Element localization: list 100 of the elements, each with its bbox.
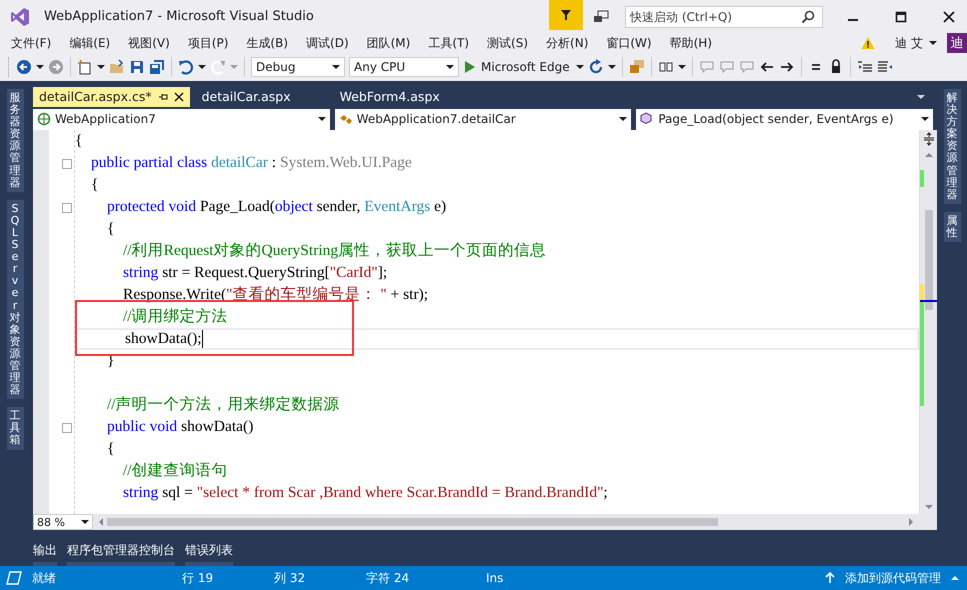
caret-icon xyxy=(619,117,628,122)
code-line: public void showData() xyxy=(107,416,254,437)
filter-icon xyxy=(559,8,573,22)
scroll-right-icon[interactable] xyxy=(909,518,913,526)
menu-item[interactable]: 工具(T) xyxy=(423,34,476,52)
caret-icon[interactable] xyxy=(576,65,584,69)
menu-item[interactable]: 测试(S) xyxy=(482,34,534,52)
save-all-icon[interactable] xyxy=(149,59,165,75)
menu-item[interactable]: 项目(P) xyxy=(182,34,234,52)
platform-dropdown[interactable]: Any CPU xyxy=(349,57,459,77)
code-line: //声明一个方法，用来绑定数据源 xyxy=(107,394,340,415)
caret-icon xyxy=(921,117,930,122)
warning-icon[interactable] xyxy=(861,36,876,50)
side-panel-tab[interactable]: 服务器资源管理器 xyxy=(6,89,24,192)
undo-icon[interactable] xyxy=(178,59,194,75)
play-icon xyxy=(465,61,475,73)
change-marker xyxy=(920,170,924,187)
caret-up-icon[interactable] xyxy=(951,576,959,580)
menu-item[interactable]: 视图(V) xyxy=(123,34,176,52)
code-line: string sql = "select * from Scar ,Brand where Scar.BrandId = Brand.BrandId"; xyxy=(123,482,608,503)
code-line: { xyxy=(107,218,114,239)
code-line: string str = Request.QueryString["CarId"]; xyxy=(123,262,388,283)
maximize-icon[interactable] xyxy=(895,10,907,22)
save-icon[interactable] xyxy=(129,59,145,75)
up-arrow-icon[interactable] xyxy=(825,572,835,584)
scroll-left-icon[interactable] xyxy=(99,518,103,526)
scroll-down-icon[interactable] xyxy=(924,505,932,510)
caret-icon xyxy=(332,65,340,69)
search-icon[interactable] xyxy=(801,10,815,24)
notification-button[interactable] xyxy=(549,0,583,30)
pin-icon[interactable] xyxy=(158,92,168,102)
code-line: //利用Request对象的QueryString属性，获取上一个页面的信息 xyxy=(123,240,546,261)
tab-overflow-icon[interactable] xyxy=(917,94,925,99)
code-line: { xyxy=(107,438,114,459)
code-line: //创建查询语句 xyxy=(123,460,228,481)
feedback-icon[interactable] xyxy=(593,8,609,24)
side-panel-tab[interactable]: 工具箱 xyxy=(6,407,24,450)
menu-item[interactable]: 编辑(E) xyxy=(64,34,116,52)
refresh-icon[interactable] xyxy=(588,59,604,75)
insert-mode: Ins xyxy=(486,571,504,585)
status-text: 就绪 xyxy=(32,570,57,586)
document-tab[interactable]: WebForm4.aspx xyxy=(328,87,466,107)
code-line: { xyxy=(91,174,98,195)
scroll-up-icon[interactable] xyxy=(924,152,932,157)
character-number: 字符 24 xyxy=(366,570,410,586)
browser-link-icon[interactable] xyxy=(628,59,645,75)
menu-item[interactable]: 帮助(H) xyxy=(664,34,718,52)
caret-position-marker xyxy=(920,300,937,302)
project-dropdown[interactable]: WebApplication7 xyxy=(33,108,330,130)
column-number: 列 32 xyxy=(274,570,306,586)
side-panel-tab[interactable]: 属性 xyxy=(944,212,960,242)
tab-label: WebForm4.aspx xyxy=(340,89,440,104)
close-icon[interactable] xyxy=(943,10,955,22)
scroll-thumb[interactable] xyxy=(107,518,718,526)
quick-launch-field[interactable]: 快速启动 (Ctrl+Q) xyxy=(625,6,823,28)
menu-item[interactable]: 团队(M) xyxy=(362,34,416,52)
caret-icon[interactable] xyxy=(608,65,616,69)
caret-icon[interactable] xyxy=(198,65,206,69)
source-control-button[interactable]: 添加到源代码管理 xyxy=(845,570,941,586)
member-dropdown[interactable]: Page_Load(object sender, EventArgs e) xyxy=(636,108,934,130)
caret-icon xyxy=(81,520,89,524)
visual-studio-logo xyxy=(10,6,30,26)
code-line: showData(); xyxy=(125,328,202,349)
split-icon[interactable] xyxy=(922,132,936,146)
account-avatar[interactable]: 迪 xyxy=(947,33,967,53)
menu-item[interactable]: 窗口(W) xyxy=(601,34,658,52)
status-icon xyxy=(6,571,22,585)
new-project-icon[interactable] xyxy=(77,59,93,75)
caret-icon xyxy=(446,65,454,69)
menu-item[interactable]: 调试(D) xyxy=(301,34,355,52)
tab-label: detailCar.aspx.cs* xyxy=(39,89,152,104)
text-cursor xyxy=(202,330,203,348)
document-tab[interactable]: detailCar.aspx.cs* xyxy=(33,87,190,107)
close-icon[interactable] xyxy=(174,92,184,102)
code-line: protected void Page_Load(object sender, EventArgs e) xyxy=(107,196,446,217)
vertical-scrollbar[interactable] xyxy=(919,130,937,514)
configuration-dropdown[interactable]: Debug xyxy=(251,57,345,77)
caret-icon[interactable] xyxy=(97,65,105,69)
code-line: public partial class detailCar : System.Web.UI.Page xyxy=(91,152,412,173)
document-tab[interactable]: detailCar.aspx xyxy=(190,87,328,107)
caret-icon[interactable] xyxy=(678,65,686,69)
class-dropdown[interactable]: WebApplication7.detailCar xyxy=(334,108,632,130)
back-icon[interactable] xyxy=(16,59,32,75)
method-icon xyxy=(640,112,654,126)
account-name[interactable]: 迪 艾 xyxy=(895,34,923,52)
window-title: WebApplication7 - Microsoft Visual Studio xyxy=(44,9,314,24)
scroll-thumb[interactable] xyxy=(925,210,933,310)
caret-icon[interactable] xyxy=(929,41,937,45)
menu-item[interactable]: 生成(B) xyxy=(241,34,294,52)
folder-icon[interactable] xyxy=(109,59,125,75)
side-panel-tab[interactable]: SQL Server 对象资源管理器 xyxy=(6,200,24,400)
zoom-dropdown[interactable]: 88 % xyxy=(33,514,93,530)
line-number: 行 19 xyxy=(182,570,214,586)
side-panel-tab[interactable]: 解决方案资源管理器 xyxy=(944,89,960,204)
start-button[interactable]: Microsoft Edge xyxy=(463,60,572,74)
globe-icon xyxy=(37,112,51,126)
caret-icon[interactable] xyxy=(36,65,44,69)
menu-item[interactable]: 文件(F) xyxy=(6,34,58,52)
class-icon xyxy=(338,112,353,126)
menu-item[interactable]: 分析(N) xyxy=(541,34,594,52)
